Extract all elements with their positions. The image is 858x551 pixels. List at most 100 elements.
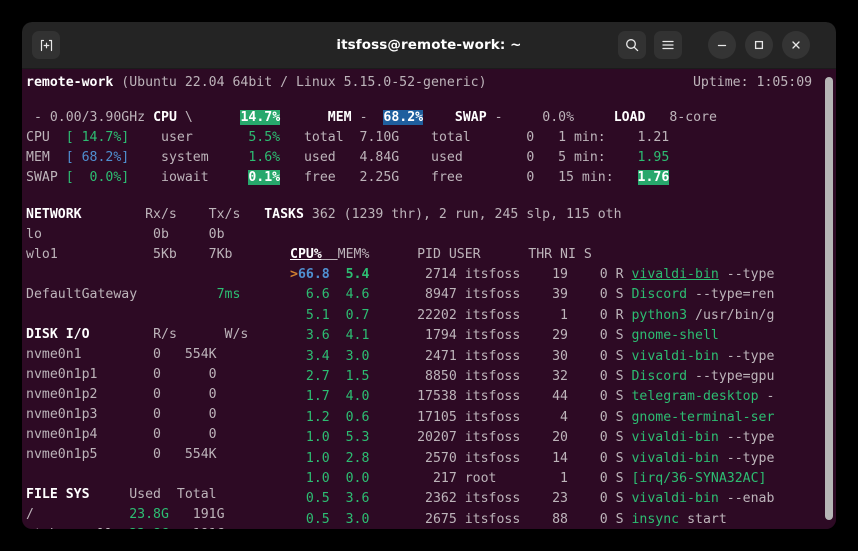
- maximize-button[interactable]: [745, 31, 773, 59]
- process-thr: 29: [544, 328, 568, 343]
- process-ni: 0: [568, 267, 608, 282]
- process-state: S: [608, 491, 632, 506]
- process-row[interactable]: 1.7 4.0 17538 itsfoss 44 0 S telegram-de…: [290, 387, 774, 407]
- process-user: root: [457, 471, 544, 486]
- process-row[interactable]: 3.4 3.0 2471 itsfoss 30 0 S vivaldi-bin …: [290, 347, 774, 367]
- process-state: S: [608, 349, 632, 364]
- search-button[interactable]: [618, 31, 646, 59]
- proc-col-mem[interactable]: MEM%: [338, 247, 370, 262]
- diskio-row: nvme0n1p3 0 0: [26, 405, 217, 425]
- ql-cpu-bracket: [ 14.7%]: [66, 130, 130, 145]
- mem-pct: 68.2%: [383, 110, 423, 125]
- disk3-w: 0: [209, 407, 217, 422]
- net-lo-rx: 0b: [153, 227, 169, 242]
- diskio-col-r: R/s: [153, 327, 177, 342]
- process-command: vivaldi-bin: [631, 430, 718, 445]
- diskio-row: nvme0n1p5 0 554K: [26, 445, 217, 465]
- menu-button[interactable]: [654, 31, 682, 59]
- process-row[interactable]: 5.1 0.7 22202 itsfoss 1 0 R python3 /usr…: [290, 306, 774, 326]
- process-arguments: --type: [719, 451, 775, 466]
- process-pid: 2570: [369, 451, 456, 466]
- process-ni: 0: [568, 491, 608, 506]
- process-cpu: 2.7: [298, 369, 330, 384]
- process-selection-marker: [290, 369, 298, 384]
- process-ni: 0: [568, 349, 608, 364]
- process-row[interactable]: >66.8 5.4 2714 itsfoss 19 0 R vivaldi-bi…: [290, 265, 774, 285]
- process-pid: 8850: [369, 369, 456, 384]
- proc-col-pid[interactable]: PID: [417, 247, 441, 262]
- process-pid: 2471: [369, 349, 456, 364]
- process-cpu: 1.0: [298, 451, 330, 466]
- uptime-value: 1:05:09: [757, 75, 813, 90]
- proc-col-user[interactable]: USER: [449, 247, 481, 262]
- disk2-w: 0: [209, 387, 217, 402]
- process-row[interactable]: 3.6 4.1 1794 itsfoss 29 0 S gnome-shell: [290, 326, 719, 346]
- process-ni: 0: [568, 430, 608, 445]
- process-selection-marker: [290, 491, 298, 506]
- load-1min-value: 1.21: [637, 130, 669, 145]
- disk1-r: 0: [153, 367, 161, 382]
- process-mem: 5.3: [346, 430, 370, 445]
- terminal-window: itsfoss@remote-work: ~: [22, 22, 836, 529]
- process-arguments: --type: [719, 267, 775, 282]
- disk5-name: nvme0n1p5: [26, 447, 97, 462]
- process-cpu: 1.7: [298, 389, 330, 404]
- cpu-iowait-label: iowait: [161, 170, 209, 185]
- process-ni: 0: [568, 328, 608, 343]
- process-row[interactable]: 0.5 3.6 2362 itsfoss 23 0 S vivaldi-bin …: [290, 489, 774, 509]
- load-5min-value: 1.95: [638, 150, 670, 165]
- close-button[interactable]: [782, 31, 810, 59]
- process-thr: 14: [544, 451, 568, 466]
- proc-col-thr[interactable]: THR: [528, 247, 552, 262]
- process-selection-marker: [290, 287, 298, 302]
- mem-dash: -: [360, 110, 368, 125]
- filesys-header-line: FILE SYS Used Total: [26, 485, 217, 505]
- net-gw-latency: 7ms: [217, 287, 241, 302]
- process-thr: 4: [544, 410, 568, 425]
- process-row[interactable]: 1.0 5.3 20207 itsfoss 20 0 S vivaldi-bin…: [290, 428, 774, 448]
- terminal-scrollbar[interactable]: [822, 69, 836, 529]
- proc-col-cpu[interactable]: CPU%: [290, 247, 322, 262]
- process-ni: 0: [568, 287, 608, 302]
- diskio-row: nvme0n1p4 0 0: [26, 425, 217, 445]
- process-pid: 2362: [369, 491, 456, 506]
- process-user: itsfoss: [457, 512, 544, 527]
- proc-col-ni[interactable]: NI: [560, 247, 576, 262]
- process-ni: 0: [568, 308, 608, 323]
- minimize-button[interactable]: [708, 31, 736, 59]
- scrollbar-thumb[interactable]: [825, 77, 833, 520]
- process-cpu: 0.5: [298, 491, 330, 506]
- mem-total-value: 7.10G: [360, 130, 400, 145]
- process-ni: 0: [568, 471, 608, 486]
- process-command: Discord: [631, 287, 687, 302]
- process-arguments: --type=ren: [687, 287, 774, 302]
- disk4-name: nvme0n1p4: [26, 427, 97, 442]
- process-row[interactable]: 1.0 2.8 2570 itsfoss 14 0 S vivaldi-bin …: [290, 449, 774, 469]
- network-col-tx: Tx/s: [209, 207, 241, 222]
- process-user: itsfoss: [457, 451, 544, 466]
- filesys-row: _t-hunspell 23.8G 191G: [26, 525, 225, 529]
- diskio-row: nvme0n1p2 0 0: [26, 385, 217, 405]
- search-icon: [624, 37, 640, 53]
- process-row[interactable]: 1.0 0.0 217 root 1 0 S [irq/36-SYNA32AC]: [290, 469, 766, 489]
- process-arguments: --type=gpu: [687, 369, 774, 384]
- process-row[interactable]: 2.7 1.5 8850 itsfoss 32 0 S Discord --ty…: [290, 367, 774, 387]
- process-selection-marker: [290, 430, 298, 445]
- close-icon: [789, 38, 803, 52]
- process-user: itsfoss: [457, 349, 544, 364]
- terminal-screen[interactable]: remote-work (Ubuntu 22.04 64bit / Linux …: [22, 69, 836, 529]
- network-row-lo: lo 0b 0b: [26, 225, 225, 245]
- proc-col-s[interactable]: S: [584, 247, 592, 262]
- diskio-header-line: DISK I/O R/s W/s: [26, 325, 248, 345]
- quicklook-row-swap: SWAP [ 0.0%] iowait 0.1% free 2.25G free…: [26, 168, 669, 188]
- process-cpu: 6.6: [298, 287, 330, 302]
- process-command: vivaldi-bin: [631, 349, 718, 364]
- quicklook-row-mem: MEM [ 68.2%] system 1.6% used 4.84G used…: [26, 148, 669, 168]
- load-5min-label: 5 min:: [558, 150, 606, 165]
- process-row[interactable]: 6.6 4.6 8947 itsfoss 39 0 S Discord --ty…: [290, 285, 774, 305]
- process-row[interactable]: 0.5 3.0 2675 itsfoss 88 0 S insync start: [290, 510, 727, 529]
- disk3-r: 0: [153, 407, 161, 422]
- process-row[interactable]: 1.2 0.6 17105 itsfoss 4 0 S gnome-termin…: [290, 408, 774, 428]
- process-table-header: CPU% MEM% PID USER THR NI S: [290, 245, 592, 265]
- process-pid: 20207: [369, 430, 456, 445]
